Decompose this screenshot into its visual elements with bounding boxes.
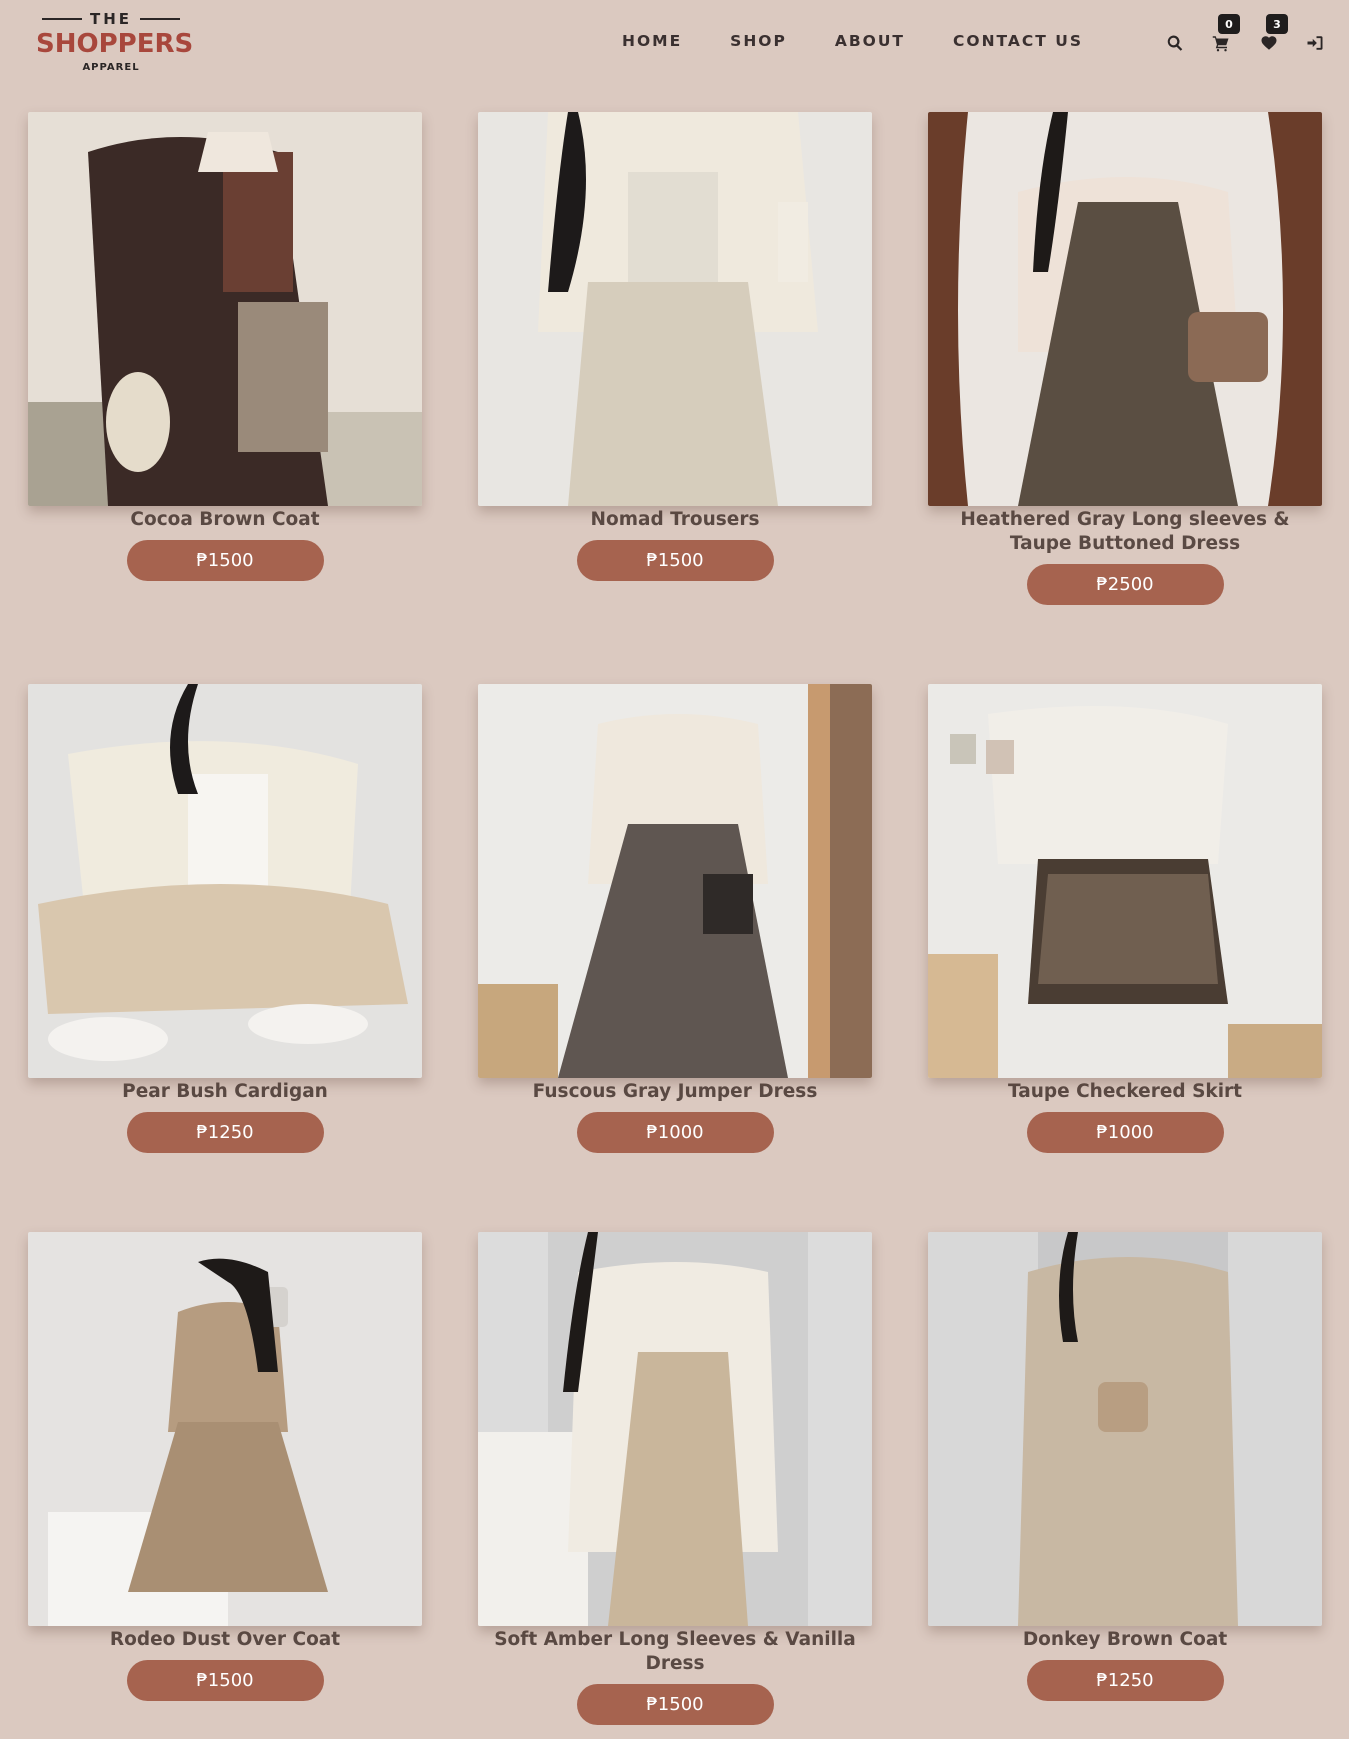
logo-name: SHOPPERS (36, 29, 194, 59)
logo-subtitle: APPAREL (82, 62, 140, 73)
nav-about[interactable]: ABOUT (835, 32, 905, 50)
product-card[interactable]: Cocoa Brown Coat ₱1500 (28, 112, 422, 581)
nav-contact-us[interactable]: CONTACT US (953, 32, 1083, 50)
heart-icon[interactable]: 3 (1256, 14, 1288, 56)
product-image[interactable] (28, 112, 422, 506)
product-card[interactable]: Pear Bush Cardigan ₱1250 (28, 684, 422, 1153)
search-icon[interactable] (1162, 30, 1188, 56)
logo-rule-left (41, 18, 82, 20)
nav-home[interactable]: HOME (622, 32, 682, 50)
product-name[interactable]: Cocoa Brown Coat (28, 508, 422, 532)
product-image[interactable] (28, 1232, 422, 1626)
product-name[interactable]: Rodeo Dust Over Coat (28, 1628, 422, 1652)
wishlist-count-badge: 3 (1266, 14, 1288, 34)
cart-count-badge: 0 (1218, 14, 1240, 34)
product-name[interactable]: Pear Bush Cardigan (28, 1080, 422, 1104)
product-image[interactable] (478, 684, 872, 1078)
product-name[interactable]: Fuscous Gray Jumper Dress (478, 1080, 872, 1104)
nav-shop[interactable]: SHOP (730, 32, 787, 50)
logo-the-text: THE (89, 10, 133, 28)
product-card[interactable]: Taupe Checkered Skirt ₱1000 (928, 684, 1322, 1153)
product-image[interactable] (928, 112, 1322, 506)
brand-logo[interactable]: THE SHOPPERS APPAREL (36, 8, 194, 80)
product-card[interactable]: Fuscous Gray Jumper Dress ₱1000 (478, 684, 872, 1153)
product-image[interactable] (928, 684, 1322, 1078)
product-image[interactable] (928, 1232, 1322, 1626)
product-name[interactable]: Soft Amber Long Sleeves & Vanilla Dress (478, 1628, 872, 1676)
product-image[interactable] (478, 1232, 872, 1626)
product-card[interactable]: Donkey Brown Coat ₱1250 (928, 1232, 1322, 1701)
product-image[interactable] (478, 112, 872, 506)
product-image[interactable] (28, 684, 422, 1078)
sign-in-icon[interactable] (1302, 30, 1328, 56)
logo-rule-right (140, 18, 181, 20)
price-button[interactable]: ₱1500 (576, 540, 774, 581)
product-card[interactable]: Soft Amber Long Sleeves & Vanilla Dress … (478, 1232, 872, 1725)
header-icons: 0 3 (1160, 14, 1330, 60)
main-nav: HOME SHOP ABOUT CONTACT US (622, 32, 1131, 50)
price-button[interactable]: ₱1000 (1026, 1112, 1224, 1153)
price-button[interactable]: ₱1500 (126, 540, 324, 581)
price-button[interactable]: ₱1500 (126, 1660, 324, 1701)
product-card[interactable]: Rodeo Dust Over Coat ₱1500 (28, 1232, 422, 1701)
product-name[interactable]: Heathered Gray Long sleeves & Taupe Butt… (928, 508, 1322, 556)
price-button[interactable]: ₱2500 (1026, 564, 1224, 605)
price-button[interactable]: ₱1250 (126, 1112, 324, 1153)
price-button[interactable]: ₱1000 (576, 1112, 774, 1153)
cart-icon[interactable]: 0 (1208, 14, 1240, 56)
logo-top-line: THE (36, 8, 186, 30)
price-button[interactable]: ₱1250 (1026, 1660, 1224, 1701)
product-name[interactable]: Donkey Brown Coat (928, 1628, 1322, 1652)
product-card[interactable]: Nomad Trousers ₱1500 (478, 112, 872, 581)
product-name[interactable]: Nomad Trousers (478, 508, 872, 532)
price-button[interactable]: ₱1500 (576, 1684, 774, 1725)
product-name[interactable]: Taupe Checkered Skirt (928, 1080, 1322, 1104)
product-card[interactable]: Heathered Gray Long sleeves & Taupe Butt… (928, 112, 1322, 605)
site-header: THE SHOPPERS APPAREL HOME SHOP ABOUT CON… (0, 0, 1349, 88)
